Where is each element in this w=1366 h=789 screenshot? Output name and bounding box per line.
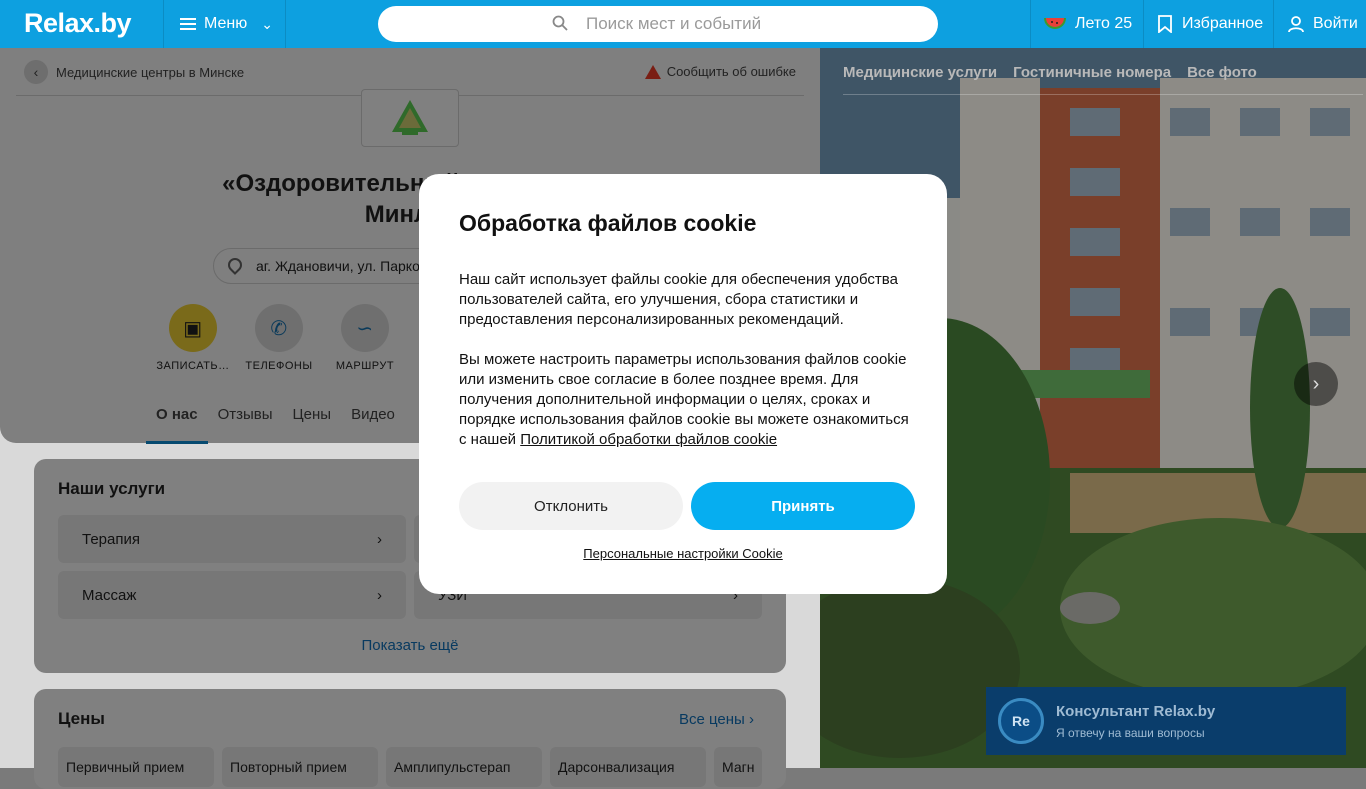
photo-tab-medical[interactable]: Медицинские услуги [843,64,997,81]
divider [1030,0,1031,48]
price-chip[interactable]: Магн [714,747,762,787]
divider [843,94,1363,95]
cookie-title: Обработка файлов cookie [459,210,757,236]
hamburger-icon [180,18,196,30]
search-icon [552,15,568,31]
show-more-link[interactable]: Показать ещё [34,637,786,654]
login-link[interactable]: Войти [1287,0,1358,48]
report-error-link[interactable]: Сообщить об ошибке [644,64,796,79]
avatar: Re [998,698,1044,744]
search-bar[interactable] [378,6,938,42]
divider [1143,0,1144,48]
cookie-text-1: Наш сайт использует файлы cookie для обе… [459,271,898,328]
calendar-icon: ▣ [169,304,217,352]
personal-settings-link[interactable]: Персональные настройки Cookie [419,546,947,561]
service-item[interactable]: Массаж › [58,571,406,619]
watermelon-icon [1044,18,1066,29]
breadcrumb-label[interactable]: Медицинские центры в Минске [56,65,244,80]
user-icon [1288,16,1304,33]
phones-action[interactable]: ✆ ТЕЛЕФОНЫ [236,304,322,372]
prices-card: Цены Все цены › Первичный прием Повторны… [34,689,786,789]
service-item[interactable]: Терапия › [58,515,406,563]
divider [1273,0,1274,48]
login-label: Войти [1313,15,1358,32]
summer-label: Лето 25 [1075,15,1133,32]
action-label: МАРШРУТ [335,360,395,372]
action-label: ЗАПИСАТЬ… [156,360,230,372]
tab-reviews[interactable]: Отзывы [208,398,283,444]
site-logo[interactable]: Relax.by [24,8,132,39]
prices-heading: Цены [58,709,105,728]
place-emblem-icon [392,100,428,135]
photo-tab-all[interactable]: Все фото [1187,64,1257,81]
accept-button[interactable]: Принять [691,482,915,530]
service-label: Массаж [82,586,137,604]
menu-label: Меню [204,15,248,32]
services-heading: Наши услуги [58,479,166,498]
consultant-title: Консультант Relax.by [1056,702,1216,720]
chevron-right-icon: › [377,586,382,604]
route-action[interactable]: ∽ МАРШРУТ [322,304,408,372]
consultant-subtitle: Я отвечу на ваши вопросы [1056,725,1205,740]
chevron-right-icon: › [377,530,382,548]
menu-button[interactable]: Меню ⌄ [163,0,286,48]
next-photo-button[interactable]: › [1294,362,1338,406]
all-prices-label: Все цены [678,711,745,728]
content-tabs: О нас Отзывы Цены Видео [146,398,405,444]
service-label: Терапия [82,530,140,548]
photo-tab-rooms[interactable]: Гостиничные номера [1013,64,1171,81]
tab-video[interactable]: Видео [341,398,405,444]
price-chip[interactable]: Повторный прием [222,747,378,787]
price-chip[interactable]: Дарсонвализация [550,747,706,787]
favorites-link[interactable]: Избранное [1158,0,1263,48]
favorites-label: Избранное [1182,15,1264,32]
place-logo [361,89,459,147]
price-chip[interactable]: Первичный прием [58,747,214,787]
chevron-right-icon: › [1312,372,1320,395]
price-chip[interactable]: Амплипульстерап [386,747,542,787]
back-arrow-icon[interactable]: ‹ [24,60,48,84]
phone-icon: ✆ [255,304,303,352]
cookie-text-2: Вы можете настроить параметры использова… [459,350,911,450]
photo-tabs: Медицинские услуги Гостиничные номера Вс… [843,64,1257,81]
action-label: ТЕЛЕФОНЫ [245,360,313,372]
cookie-policy-link[interactable]: Политикой обработки файлов cookie [520,431,777,448]
book-action[interactable]: ▣ ЗАПИСАТЬ… [150,304,236,372]
location-pin-icon [225,255,245,275]
chevron-down-icon: ⌄ [261,15,273,32]
decline-button[interactable]: Отклонить [459,482,683,530]
address-text: аг. Ждановичи, ул. Парко [256,258,420,274]
all-prices-link[interactable]: Все цены › [679,711,754,728]
search-input[interactable] [584,13,938,35]
site-header: Relax.by Меню ⌄ Лето 25 Избранное Войти [0,0,1366,48]
report-label: Сообщить об ошибке [666,64,796,79]
route-icon: ∽ [341,304,389,352]
tab-prices[interactable]: Цены [283,398,342,444]
warning-icon [644,64,661,79]
tab-about[interactable]: О нас [146,398,208,444]
consultant-widget[interactable]: Re Консультант Relax.by Я отвечу на ваши… [986,687,1346,755]
summer-link[interactable]: Лето 25 [1043,0,1132,48]
breadcrumb[interactable]: ‹ Медицинские центры в Минске [24,60,244,84]
cookie-dialog: Обработка файлов cookie Наш сайт использ… [419,174,947,594]
bookmark-icon [1158,15,1172,33]
